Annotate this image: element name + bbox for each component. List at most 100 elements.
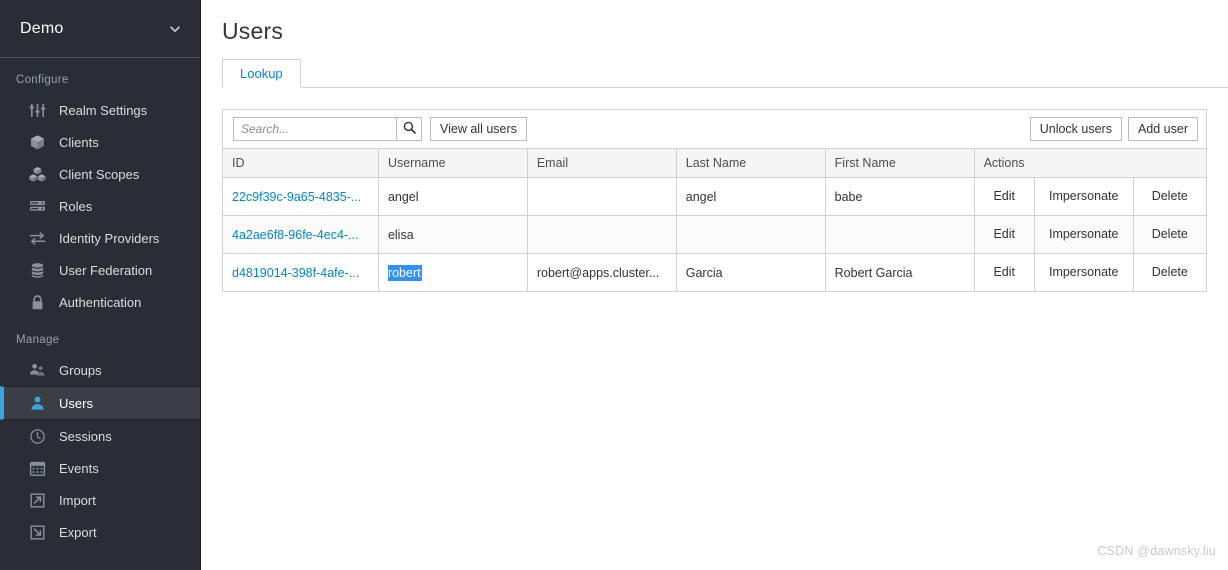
watermark: CSDN @dawnsky.liu — [1097, 544, 1216, 558]
sidebar-item-label: Clients — [59, 134, 99, 150]
cell-first-name: babe — [824, 177, 975, 216]
search-input[interactable] — [233, 117, 396, 141]
import-arrow-icon — [28, 491, 46, 509]
sidebar-item-import[interactable]: Import — [0, 484, 200, 516]
sidebar-item-export[interactable]: Export — [0, 516, 200, 548]
lock-icon — [28, 293, 46, 311]
cube-icon — [28, 133, 46, 151]
column-header-last-name: Last Name — [675, 148, 826, 178]
sidebar-item-clients[interactable]: Clients — [0, 126, 200, 158]
nav-section-title-manage: Manage — [16, 334, 60, 346]
cell-last-name: Garcia — [675, 253, 826, 292]
keycloak-admin-console: Demo Configure Realm Settings Clients Cl… — [0, 0, 1228, 570]
cell-username: angel — [377, 177, 528, 216]
nav-section-title-configure: Configure — [16, 74, 69, 86]
users-panel: View all users Unlock users Add user ID … — [222, 109, 1208, 292]
user-id-link[interactable]: d4819014-398f-4afe-... — [232, 266, 359, 280]
cell-action-impersonate[interactable]: Impersonate — [1033, 177, 1134, 216]
database-icon — [28, 261, 46, 279]
unlock-users-button[interactable]: Unlock users — [1029, 117, 1122, 141]
sidebar-item-identity-providers[interactable]: Identity Providers — [0, 222, 200, 254]
nav-section-configure: Configure Realm Settings Clients Client … — [0, 58, 200, 318]
cell-username: robert — [377, 253, 528, 292]
impersonate-button[interactable]: Impersonate — [1044, 222, 1124, 247]
cell-id: 4a2ae6f8-96fe-4ec4-... — [222, 215, 379, 254]
column-header-id: ID — [222, 148, 379, 178]
impersonate-button[interactable]: Impersonate — [1044, 260, 1124, 285]
sidebar-item-label: Events — [59, 460, 99, 476]
sidebar-item-groups[interactable]: Groups — [0, 354, 200, 386]
table-header-row: ID Username Email Last Name First Name A… — [222, 148, 1208, 178]
edit-button[interactable]: Edit — [984, 260, 1025, 285]
cell-last-name — [675, 215, 826, 254]
table-row: 22c9f39c-9a65-4835-... angel angel babe … — [222, 177, 1208, 216]
sidebar-item-label: Import — [59, 492, 96, 508]
cell-username: elisa — [377, 215, 528, 254]
cell-last-name: angel — [675, 177, 826, 216]
selected-username-text: robert — [387, 264, 422, 281]
search-button[interactable] — [396, 117, 422, 141]
view-all-users-button[interactable]: View all users — [430, 117, 527, 141]
sidebar-item-label: User Federation — [59, 262, 153, 278]
sidebar-item-user-federation[interactable]: User Federation — [0, 254, 200, 286]
users-toolbar: View all users Unlock users Add user — [222, 109, 1207, 148]
sidebar-item-users[interactable]: Users — [0, 386, 200, 420]
sidebar-item-realm-settings[interactable]: Realm Settings — [0, 94, 200, 126]
impersonate-button[interactable]: Impersonate — [1044, 184, 1124, 209]
delete-button[interactable]: Delete — [1143, 260, 1197, 285]
edit-button[interactable]: Edit — [984, 184, 1025, 209]
cell-action-edit[interactable]: Edit — [973, 177, 1035, 216]
cell-action-edit[interactable]: Edit — [973, 215, 1035, 254]
edit-button[interactable]: Edit — [984, 222, 1025, 247]
cell-email — [526, 215, 677, 254]
sidebar-item-sessions[interactable]: Sessions — [0, 420, 200, 452]
users-group-icon — [28, 361, 46, 379]
search-group — [233, 117, 422, 141]
table-row: 4a2ae6f8-96fe-4ec4-... elisa Edit Impers… — [222, 215, 1208, 254]
tab-bar: Lookup — [222, 59, 1228, 88]
cell-action-edit[interactable]: Edit — [973, 253, 1035, 292]
cell-action-delete[interactable]: Delete — [1132, 215, 1208, 254]
delete-button[interactable]: Delete — [1143, 184, 1197, 209]
add-user-button[interactable]: Add user — [1127, 117, 1198, 141]
sidebar-item-events[interactable]: Events — [0, 452, 200, 484]
column-header-actions: Actions — [973, 148, 1208, 178]
nav-section-manage: Manage Groups Users Sessions Events Impo… — [0, 318, 200, 548]
sidebar-item-label: Authentication — [59, 294, 142, 310]
users-table: ID Username Email Last Name First Name A… — [222, 148, 1208, 292]
cubes-icon — [28, 165, 46, 183]
calendar-icon — [28, 459, 46, 477]
tab-lookup[interactable]: Lookup — [222, 59, 301, 88]
cell-first-name: Robert Garcia — [824, 253, 975, 292]
cell-action-impersonate[interactable]: Impersonate — [1033, 253, 1134, 292]
clock-icon — [28, 427, 46, 445]
user-icon — [28, 394, 46, 412]
sidebar-item-label: Export — [59, 524, 97, 540]
sidebar-item-label: Users — [59, 395, 93, 411]
exchange-arrows-icon — [28, 229, 46, 247]
sidebar-item-label: Sessions — [59, 428, 112, 444]
table-row: d4819014-398f-4afe-... robert robert@app… — [222, 253, 1208, 292]
sidebar: Demo Configure Realm Settings Clients Cl… — [0, 0, 201, 570]
cell-first-name — [824, 215, 975, 254]
sidebar-item-label: Groups — [59, 362, 102, 378]
sidebar-item-authentication[interactable]: Authentication — [0, 286, 200, 318]
delete-button[interactable]: Delete — [1143, 222, 1197, 247]
sidebar-item-roles[interactable]: Roles — [0, 190, 200, 222]
main-content: Users Lookup View all users — [201, 0, 1228, 570]
user-id-link[interactable]: 4a2ae6f8-96fe-4ec4-... — [232, 228, 358, 242]
cell-action-impersonate[interactable]: Impersonate — [1033, 215, 1134, 254]
export-arrow-icon — [28, 523, 46, 541]
search-icon — [403, 121, 416, 137]
realm-selector[interactable]: Demo — [0, 0, 200, 58]
cell-action-delete[interactable]: Delete — [1132, 177, 1208, 216]
cell-id: d4819014-398f-4afe-... — [222, 253, 379, 292]
cell-action-delete[interactable]: Delete — [1132, 253, 1208, 292]
column-header-username: Username — [377, 148, 528, 178]
cell-email: robert@apps.cluster... — [526, 253, 677, 292]
sidebar-item-label: Client Scopes — [59, 166, 140, 182]
sliders-icon — [28, 101, 46, 119]
sidebar-item-client-scopes[interactable]: Client Scopes — [0, 158, 200, 190]
chevron-down-icon — [168, 22, 182, 36]
user-id-link[interactable]: 22c9f39c-9a65-4835-... — [232, 190, 361, 204]
